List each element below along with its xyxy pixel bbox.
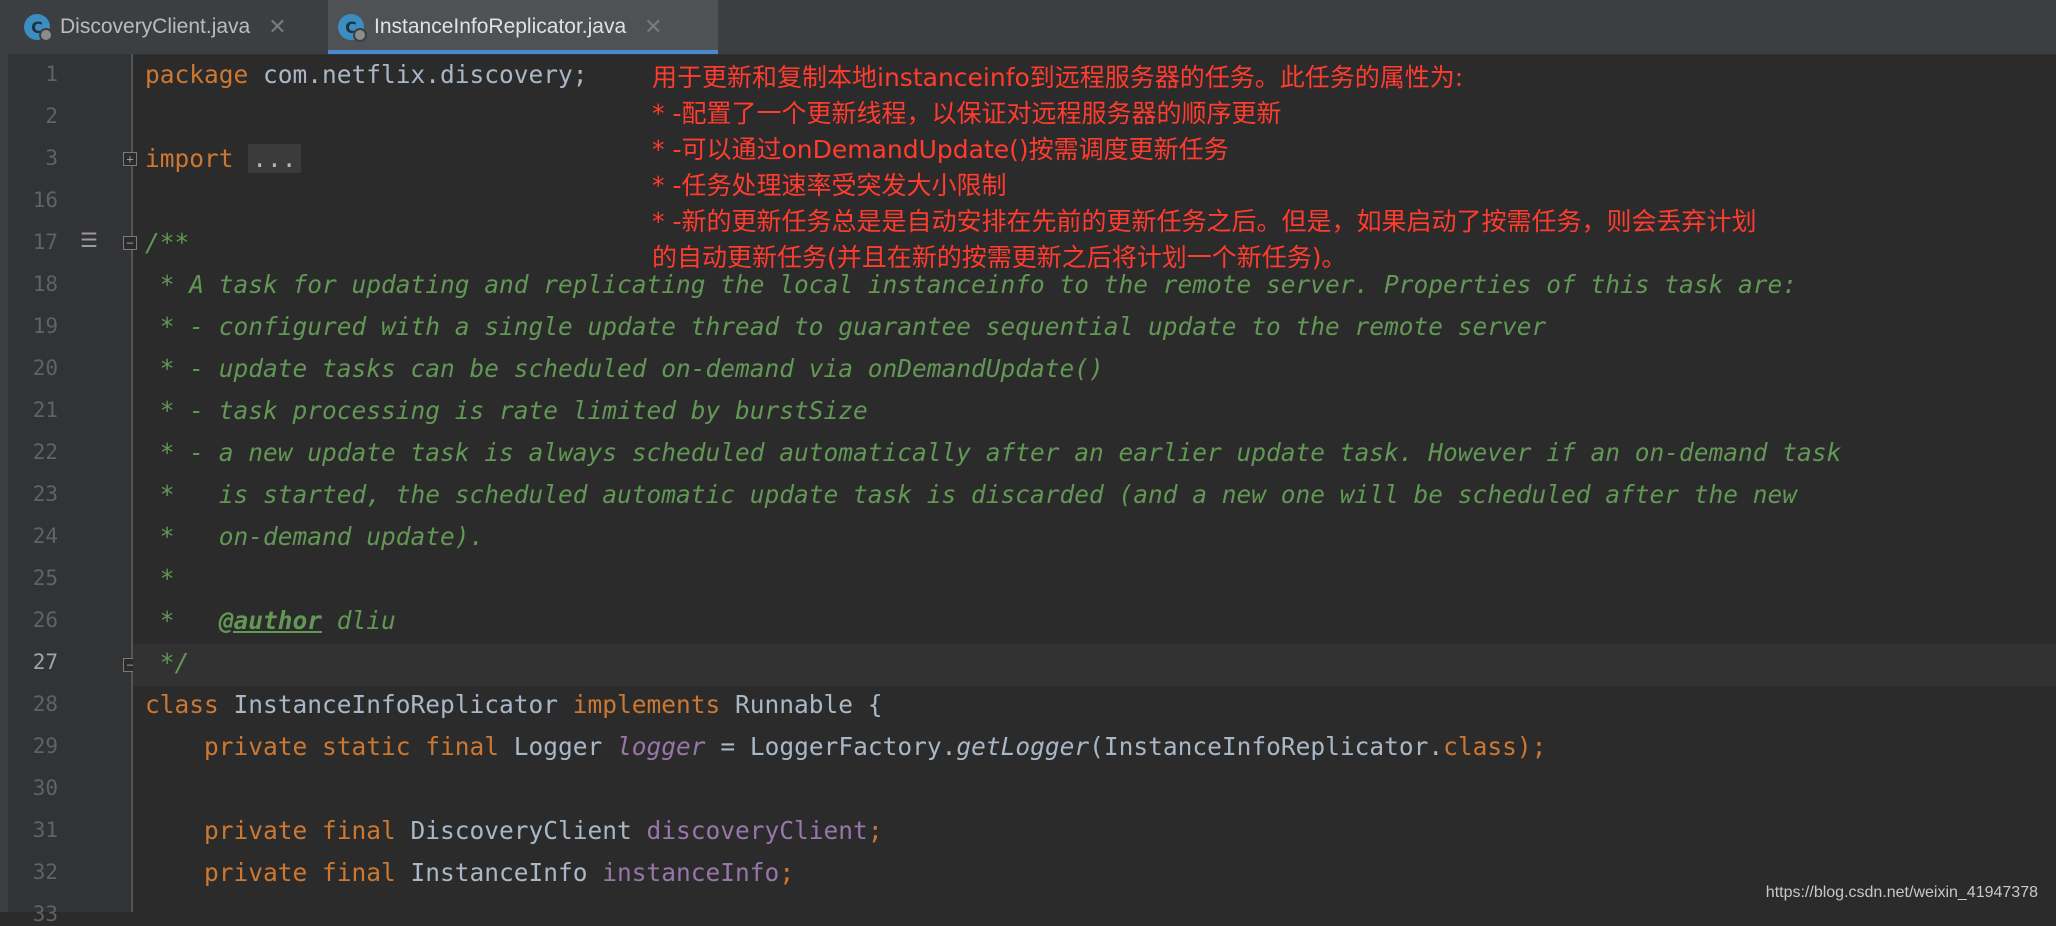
java-class-icon: C <box>24 14 53 42</box>
arguments: (InstanceInfoReplicator. <box>1089 732 1444 761</box>
tab-discovery-client[interactable]: C DiscoveryClient.java ✕ <box>14 0 324 54</box>
code-line-32: private final InstanceInfo instanceInfo; <box>145 852 794 894</box>
folded-imports[interactable]: ... <box>248 144 301 173</box>
code-line-31: private final DiscoveryClient discoveryC… <box>145 810 883 852</box>
line-number: 22 <box>32 440 58 464</box>
line-number: 24 <box>32 524 58 548</box>
interface-name: Runnable { <box>720 690 883 719</box>
line-number: 23 <box>32 482 58 506</box>
keyword: private static final <box>204 732 500 761</box>
close-icon[interactable]: ✕ <box>644 15 662 40</box>
code-line-21: * - task processing is rate limited by b… <box>145 396 868 425</box>
tab-instance-info-replicator[interactable]: C InstanceInfoReplicator.java ✕ <box>328 0 718 54</box>
keyword: package <box>145 60 249 89</box>
tab-label: DiscoveryClient.java <box>60 15 251 38</box>
code-line-26: * @author dliu <box>145 600 396 642</box>
line-number-current: 27 <box>32 650 58 674</box>
field-name: discoveryClient <box>646 816 868 845</box>
line-number: 32 <box>32 860 58 884</box>
editor-tab-bar: C DiscoveryClient.java ✕ C InstanceInfoR… <box>0 0 2056 55</box>
current-line-highlight <box>133 644 2056 686</box>
keyword: class <box>1443 732 1517 761</box>
line-number: 18 <box>32 272 58 296</box>
doc-prefix: * <box>145 606 219 635</box>
code-line-27: */ <box>145 648 190 677</box>
annotation-line: 的自动更新任务(并且在新的按需更新之后将计划一个新任务)。 <box>652 243 1347 272</box>
line-number: 17 <box>32 230 58 254</box>
code-line-17: /** <box>145 228 190 257</box>
code-line-23: * is started, the scheduled automatic up… <box>145 480 1798 509</box>
java-class-icon: C <box>338 14 367 42</box>
type-name: InstanceInfo <box>395 858 603 887</box>
code-line-22: * - a new update task is always schedule… <box>145 438 1842 467</box>
render-doc-icon[interactable]: ☰ <box>80 228 98 252</box>
assignment: = LoggerFactory. <box>705 732 957 761</box>
field-name: instanceInfo <box>602 858 780 887</box>
annotation-line: * -新的更新任务总是是自动安排在先前的更新任务之后。但是，如果启动了按需任务，… <box>652 207 1757 236</box>
fold-collapse-icon[interactable]: − <box>123 236 137 250</box>
line-number: 30 <box>32 776 58 800</box>
code-line-20: * - update tasks can be scheduled on-dem… <box>145 354 1104 383</box>
line-number: 20 <box>32 356 58 380</box>
tab-label: InstanceInfoReplicator.java <box>374 15 627 38</box>
line-number: 28 <box>32 692 58 716</box>
code-line-28: class InstanceInfoReplicator implements … <box>145 684 883 726</box>
keyword: private final <box>204 858 396 887</box>
annotation-line: * -任务处理速率受突发大小限制 <box>652 171 1007 200</box>
method-call: getLogger <box>956 732 1090 761</box>
annotation-line: * -可以通过onDemandUpdate()按需调度更新任务 <box>652 135 1229 164</box>
static-field: logger <box>617 732 706 761</box>
code-line-25: * <box>145 564 175 593</box>
author-name: dliu <box>322 606 396 635</box>
side-strip <box>0 54 8 912</box>
line-number: 26 <box>32 608 58 632</box>
statement-end: ; <box>779 858 795 887</box>
line-number: 3 <box>45 146 58 170</box>
line-number: 16 <box>32 188 58 212</box>
line-number: 29 <box>32 734 58 758</box>
code-line-29: private static final Logger logger = Log… <box>145 726 1546 768</box>
code-line-24: * on-demand update). <box>145 522 485 551</box>
code-line-19: * - configured with a single update thre… <box>145 312 1547 341</box>
package-name: com.netflix.discovery; <box>248 60 588 89</box>
class-name: InstanceInfoReplicator <box>218 690 573 719</box>
gutter-divider <box>131 54 133 912</box>
line-number: 25 <box>32 566 58 590</box>
watermark: https://blog.csdn.net/weixin_41947378 <box>1765 884 2038 901</box>
annotation-line: * -配置了一个更新线程，以保证对远程服务器的顺序更新 <box>652 99 1282 128</box>
type-name: Logger <box>499 732 618 761</box>
close-icon[interactable]: ✕ <box>268 15 286 40</box>
code-line-3: import ... <box>145 138 301 180</box>
line-number: 21 <box>32 398 58 422</box>
line-number: 31 <box>32 818 58 842</box>
keyword: import <box>145 144 234 173</box>
type-name: DiscoveryClient <box>395 816 647 845</box>
keyword: private final <box>204 816 396 845</box>
line-number: 2 <box>45 104 58 128</box>
keyword: implements <box>572 690 721 719</box>
line-number: 1 <box>45 62 58 86</box>
line-number: 19 <box>32 314 58 338</box>
keyword: class <box>145 690 219 719</box>
code-line-1: package com.netflix.discovery; <box>145 54 588 96</box>
author-tag: @author <box>218 606 323 635</box>
fold-expand-icon[interactable]: + <box>123 152 137 166</box>
statement-end: ; <box>867 816 883 845</box>
annotation-line: 用于更新和复制本地instanceinfo到远程服务器的任务。此任务的属性为: <box>652 63 1464 92</box>
statement-end: ); <box>1516 732 1547 761</box>
line-number: 33 <box>32 902 58 926</box>
